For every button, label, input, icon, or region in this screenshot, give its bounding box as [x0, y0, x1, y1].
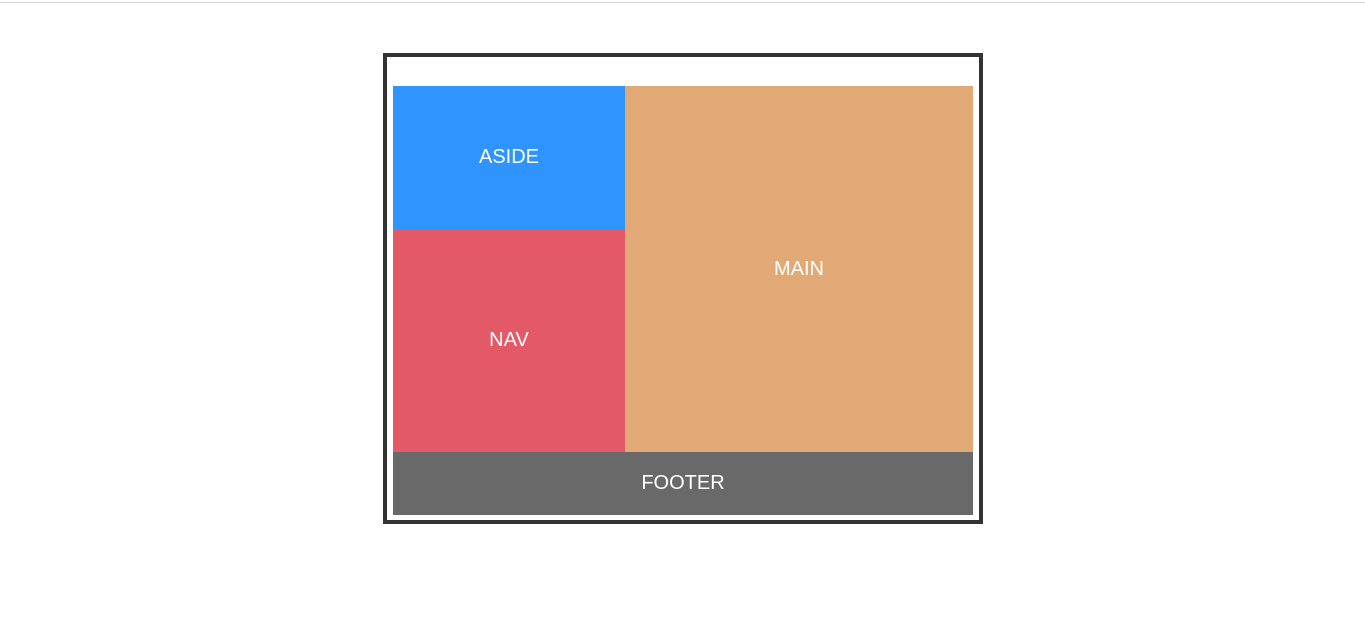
main-label: MAIN [774, 257, 824, 280]
footer-label: FOOTER [641, 472, 725, 494]
footer-region: FOOTER [393, 452, 973, 515]
aside-label: ASIDE [478, 146, 540, 168]
nav-label: NAV [489, 329, 529, 351]
top-divider [0, 2, 1365, 3]
nav-region: NAV [393, 229, 625, 452]
main-region: MAIN [625, 86, 973, 452]
aside-region: ASIDE [393, 86, 625, 229]
layout-grid: ASIDE MAIN NAV FOOTER [393, 86, 973, 515]
layout-frame: ASIDE MAIN NAV FOOTER [383, 53, 983, 524]
